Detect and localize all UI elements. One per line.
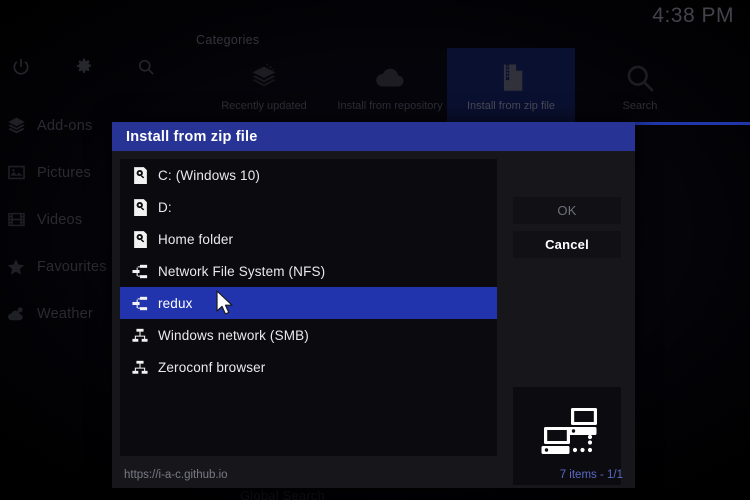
list-item-label: Network File System (NFS) bbox=[158, 263, 326, 279]
ok-button[interactable]: OK bbox=[513, 197, 621, 224]
hard-drive-icon bbox=[128, 195, 152, 219]
sidebar: Add-ons Pictures Videos Favourites Weath… bbox=[0, 102, 118, 337]
kodi-screen: 4:38 PM Add-ons Pictures Videos Favourit… bbox=[0, 0, 750, 500]
sidebar-item-addons[interactable]: Add-ons bbox=[0, 102, 118, 149]
clock: 4:38 PM bbox=[652, 4, 734, 27]
sidebar-item-label: Add-ons bbox=[37, 117, 93, 134]
search-icon bbox=[624, 58, 656, 98]
dialog-body: C: (Windows 10) D: Home folder Network F… bbox=[112, 151, 635, 488]
list-item[interactable]: D: bbox=[120, 191, 497, 223]
network-alt-icon bbox=[128, 355, 152, 379]
cancel-button[interactable]: Cancel bbox=[513, 231, 621, 258]
list-item[interactable]: Home folder bbox=[120, 223, 497, 255]
picture-icon bbox=[3, 163, 29, 182]
gear-icon[interactable] bbox=[69, 52, 99, 82]
network-alt-icon bbox=[128, 323, 152, 347]
tab-label: Search bbox=[622, 100, 658, 112]
hard-drive-icon bbox=[128, 163, 152, 187]
sidebar-item-videos[interactable]: Videos bbox=[0, 196, 118, 243]
search-icon[interactable] bbox=[131, 52, 161, 82]
hard-drive-icon bbox=[128, 227, 152, 251]
list-item-label: D: bbox=[158, 199, 172, 215]
tab-label: Recently updated bbox=[221, 100, 307, 112]
cloud-down-icon bbox=[373, 58, 407, 98]
tab-search[interactable]: Search bbox=[576, 48, 704, 123]
list-item[interactable]: Windows network (SMB) bbox=[120, 319, 497, 351]
list-item-label: redux bbox=[158, 295, 193, 311]
network-icon bbox=[128, 259, 152, 283]
tab-recently-updated[interactable]: Recently updated bbox=[200, 48, 328, 123]
background-ghost-label: Global Search bbox=[240, 488, 325, 500]
list-item[interactable]: Zeroconf browser bbox=[120, 351, 497, 383]
sidebar-item-label: Videos bbox=[37, 211, 83, 228]
network-computers-icon bbox=[530, 403, 604, 470]
list-item-label: Windows network (SMB) bbox=[158, 327, 309, 343]
power-icon[interactable] bbox=[6, 52, 36, 82]
list-item-label: Home folder bbox=[158, 231, 234, 247]
categories-heading: Categories bbox=[196, 33, 260, 47]
list-item-selected[interactable]: redux bbox=[120, 287, 497, 319]
tab-label: Install from repository bbox=[337, 100, 443, 112]
network-icon bbox=[128, 291, 152, 315]
list-item[interactable]: Network File System (NFS) bbox=[120, 255, 497, 287]
film-icon bbox=[3, 210, 29, 229]
zip-down-icon bbox=[494, 58, 528, 98]
open-box-icon bbox=[247, 58, 281, 98]
sidebar-item-pictures[interactable]: Pictures bbox=[0, 149, 118, 196]
list-item-label: C: (Windows 10) bbox=[158, 167, 261, 183]
dialog-title: Install from zip file bbox=[112, 122, 635, 151]
sidebar-item-favourites[interactable]: Favourites bbox=[0, 243, 118, 290]
sidebar-item-weather[interactable]: Weather bbox=[0, 290, 118, 337]
dialog-footer: https://i-a-c.github.io 7 items - 1/1 bbox=[112, 462, 635, 488]
source-url: https://i-a-c.github.io bbox=[124, 469, 228, 481]
tab-install-from-zip-file[interactable]: Install from zip file bbox=[447, 48, 575, 123]
star-icon bbox=[3, 257, 29, 277]
source-list[interactable]: C: (Windows 10) D: Home folder Network F… bbox=[120, 159, 497, 456]
list-item-label: Zeroconf browser bbox=[158, 359, 266, 375]
tab-install-from-repository[interactable]: Install from repository bbox=[326, 48, 454, 123]
sidebar-item-label: Pictures bbox=[37, 164, 91, 181]
cloud-sun-icon bbox=[3, 304, 29, 324]
category-tabs: Recently updated Install from repository bbox=[200, 48, 750, 123]
install-from-zip-dialog: Install from zip file C: (Windows 10) D:… bbox=[112, 122, 635, 488]
sidebar-item-label: Weather bbox=[37, 305, 93, 322]
layers-icon bbox=[3, 116, 29, 135]
top-action-bar bbox=[0, 52, 180, 84]
tab-label: Install from zip file bbox=[466, 100, 556, 112]
list-item[interactable]: C: (Windows 10) bbox=[120, 159, 497, 191]
item-count: 7 items - 1/1 bbox=[559, 469, 623, 481]
sidebar-item-label: Favourites bbox=[37, 258, 107, 275]
